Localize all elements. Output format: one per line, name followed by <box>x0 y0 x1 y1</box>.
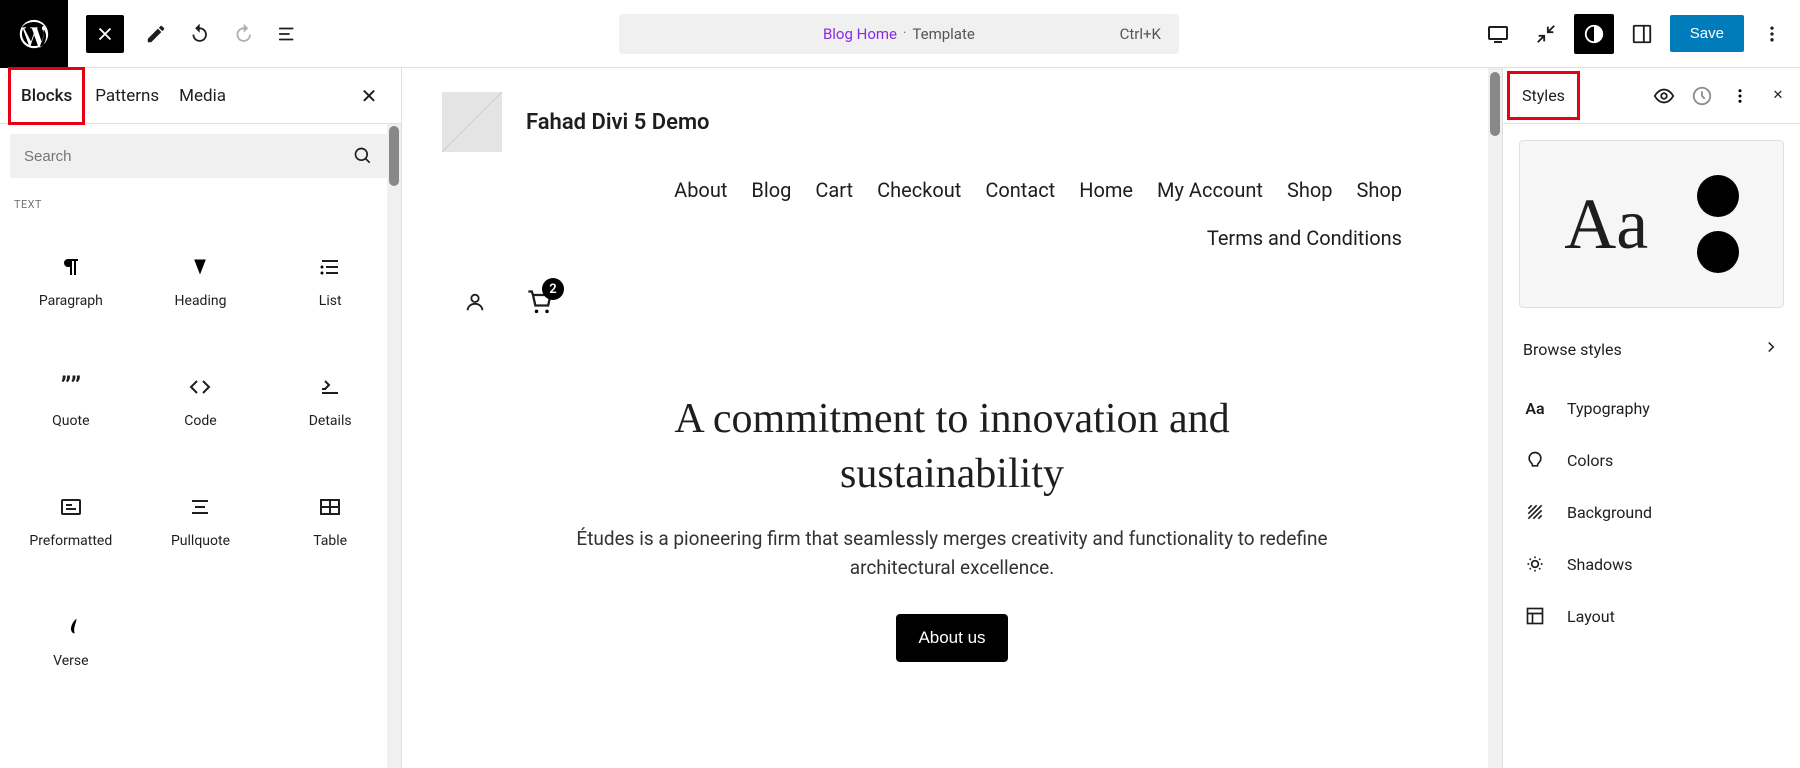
edit-tool-button[interactable] <box>136 14 176 54</box>
typography-icon: Aa <box>1523 396 1547 420</box>
nav-link[interactable]: Blog <box>751 178 791 202</box>
scrollbar-thumb[interactable] <box>389 126 399 186</box>
document-title-bar[interactable]: Blog Home · Template Ctrl+K <box>619 14 1179 54</box>
styles-layout-row[interactable]: Layout <box>1521 590 1782 642</box>
nav-link[interactable]: About <box>674 178 727 202</box>
swatch-dark <box>1697 175 1739 217</box>
swatch-dark <box>1697 231 1739 273</box>
about-us-button[interactable]: About us <box>896 614 1007 662</box>
block-paragraph[interactable]: Paragraph <box>6 221 136 341</box>
canvas-scrollbar-thumb[interactable] <box>1490 72 1500 136</box>
search-icon <box>353 146 373 170</box>
block-heading[interactable]: Heading <box>136 221 266 341</box>
close-panel-icon[interactable]: ✕ <box>353 80 385 112</box>
nav-link[interactable]: Terms and Conditions <box>582 226 1402 250</box>
undo-button[interactable] <box>180 14 220 54</box>
shadows-icon <box>1523 552 1547 576</box>
user-account-icon[interactable] <box>464 291 486 317</box>
typography-preview: Aa <box>1564 183 1648 266</box>
tab-media[interactable]: Media <box>169 70 236 122</box>
hero-text[interactable]: Études is a pioneering firm that seamles… <box>572 525 1332 582</box>
close-panel-icon[interactable]: ✕ <box>1760 78 1796 114</box>
close-inserter-button[interactable] <box>86 15 124 53</box>
styles-toggle-button[interactable] <box>1574 14 1614 54</box>
scrollbar-track[interactable] <box>387 124 401 768</box>
site-logo-placeholder[interactable] <box>442 92 502 152</box>
chevron-right-icon <box>1762 338 1780 360</box>
cart-count-badge: 2 <box>542 278 564 300</box>
device-preview-button[interactable] <box>1478 14 1518 54</box>
block-list[interactable]: List <box>265 221 395 341</box>
tab-styles[interactable]: Styles <box>1507 71 1580 120</box>
list-view-button[interactable] <box>268 14 308 54</box>
nav-link[interactable]: Shop <box>1287 178 1333 202</box>
block-details[interactable]: Details <box>265 341 395 461</box>
verse-icon <box>57 613 85 641</box>
nav-link[interactable]: Checkout <box>877 178 961 202</box>
table-icon <box>316 493 344 521</box>
search-input[interactable] <box>10 134 391 178</box>
more-menu-icon[interactable] <box>1722 78 1758 114</box>
block-code[interactable]: Code <box>136 341 266 461</box>
layout-icon <box>1523 604 1547 628</box>
block-verse[interactable]: Verse <box>6 581 136 701</box>
background-icon <box>1523 500 1547 524</box>
style-book-icon[interactable] <box>1646 78 1682 114</box>
paragraph-icon <box>57 253 85 281</box>
styles-typography-row[interactable]: AaTypography <box>1521 382 1782 434</box>
tab-blocks[interactable]: Blocks <box>8 67 85 125</box>
revisions-icon[interactable] <box>1684 78 1720 114</box>
style-preview-card[interactable]: Aa <box>1519 140 1784 308</box>
options-menu-button[interactable] <box>1752 14 1792 54</box>
tab-patterns[interactable]: Patterns <box>85 70 169 122</box>
redo-button[interactable] <box>224 14 264 54</box>
preformatted-icon <box>57 493 85 521</box>
pullquote-icon <box>186 493 214 521</box>
heading-icon <box>186 253 214 281</box>
quote-icon: ”” <box>57 373 85 401</box>
wordpress-logo[interactable] <box>0 0 68 68</box>
nav-link[interactable]: Home <box>1079 178 1133 202</box>
styles-background-row[interactable]: Background <box>1521 486 1782 538</box>
nav-link[interactable]: My Account <box>1157 178 1263 202</box>
list-icon <box>316 253 344 281</box>
save-button[interactable]: Save <box>1670 15 1744 52</box>
title-separator: · <box>903 26 906 41</box>
block-inserter-panel: Blocks Patterns Media ✕ TEXT Paragraph H… <box>0 68 402 768</box>
cart-icon[interactable]: 2 <box>526 288 554 320</box>
nav-link[interactable]: Shop <box>1356 178 1402 202</box>
block-preformatted[interactable]: Preformatted <box>6 461 136 581</box>
styles-panel: Styles ✕ Aa Browse styles <box>1502 68 1800 768</box>
editor-canvas[interactable]: Fahad Divi 5 Demo About Blog Cart Checko… <box>402 68 1502 768</box>
block-quote[interactable]: ””Quote <box>6 341 136 461</box>
styles-shadows-row[interactable]: Shadows <box>1521 538 1782 590</box>
browse-styles-row[interactable]: Browse styles <box>1503 324 1800 374</box>
nav-link[interactable]: Contact <box>985 178 1055 202</box>
canvas-scrollbar-track[interactable] <box>1488 68 1502 768</box>
code-icon <box>186 373 214 401</box>
settings-panel-button[interactable] <box>1622 14 1662 54</box>
nav-menu[interactable]: About Blog Cart Checkout Contact Home My… <box>582 162 1402 266</box>
zoom-out-button[interactable] <box>1526 14 1566 54</box>
block-pullquote[interactable]: Pullquote <box>136 461 266 581</box>
page-name: Blog Home <box>823 25 897 43</box>
details-icon <box>316 373 344 401</box>
shortcut-hint: Ctrl+K <box>1120 25 1161 43</box>
nav-link[interactable]: Cart <box>815 178 853 202</box>
color-swatches <box>1697 175 1739 273</box>
category-label: TEXT <box>0 188 401 215</box>
site-title[interactable]: Fahad Divi 5 Demo <box>526 110 710 135</box>
template-label: Template <box>912 25 974 43</box>
block-table[interactable]: Table <box>265 461 395 581</box>
hero-heading[interactable]: A commitment to innovation and sustainab… <box>572 392 1332 501</box>
colors-icon <box>1523 448 1547 472</box>
styles-colors-row[interactable]: Colors <box>1521 434 1782 486</box>
